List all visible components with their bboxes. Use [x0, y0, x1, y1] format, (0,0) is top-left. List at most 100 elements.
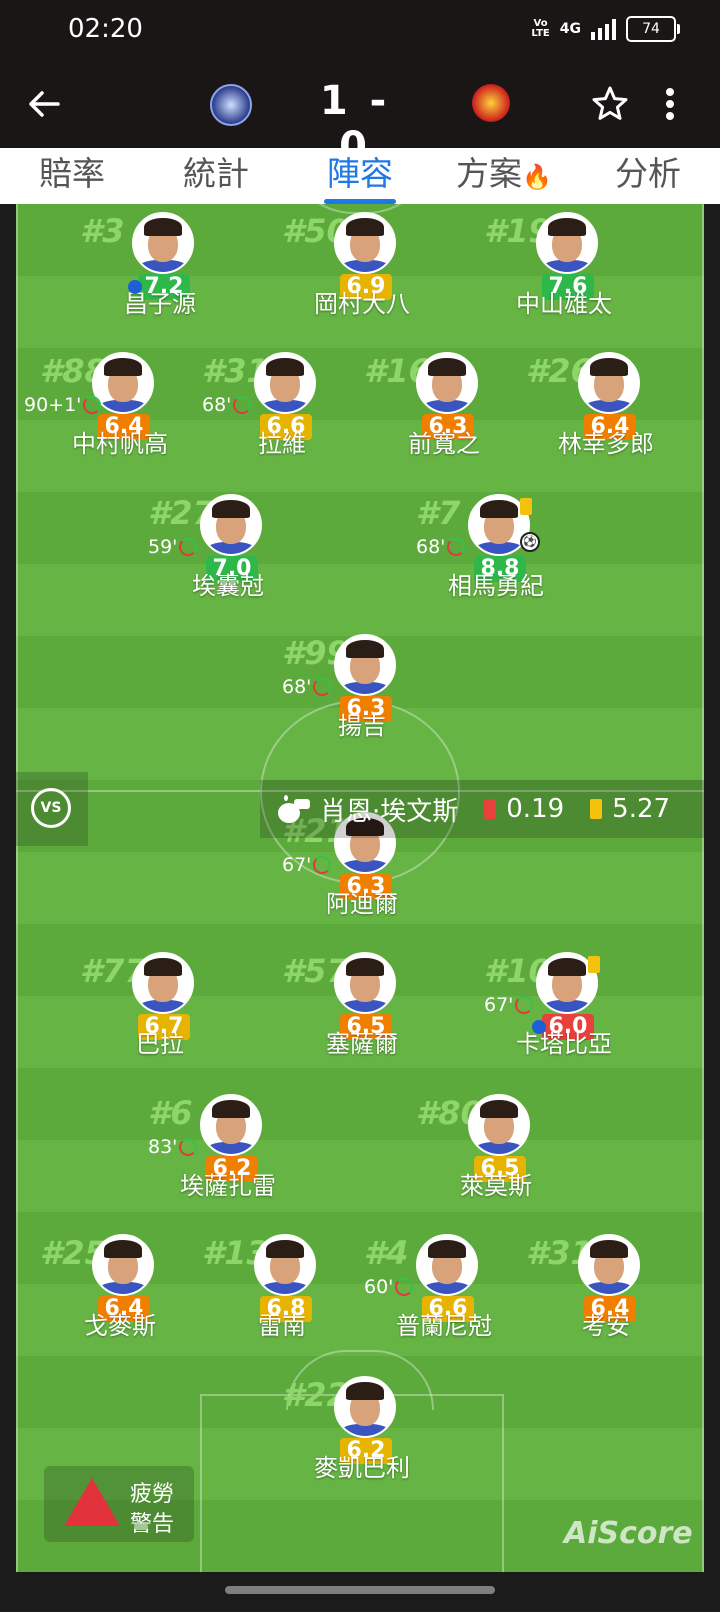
player-number: #6 — [148, 1094, 193, 1132]
player-avatar — [132, 212, 194, 274]
player-name: 岡村大八 — [314, 290, 410, 318]
sub-minute: 59' — [148, 536, 178, 558]
tab-lineup[interactable]: 陣容 — [288, 148, 432, 204]
substitution-icon — [313, 856, 332, 874]
sub-minute: 60' — [364, 1276, 394, 1298]
player-avatar — [334, 212, 396, 274]
player-name: 萊莫斯 — [460, 1172, 532, 1200]
whistle-icon — [274, 795, 310, 823]
tab-plans[interactable]: 方案🔥 — [432, 148, 576, 204]
tab-analysis[interactable]: 分析 — [576, 148, 720, 204]
status-time: 02:20 — [68, 14, 143, 44]
yellow-card-icon — [590, 799, 603, 819]
player-avatar — [416, 352, 478, 414]
favorite-star-icon[interactable] — [590, 84, 630, 124]
volte-icon: Vo LTE — [531, 18, 550, 39]
brand-watermark: AiScore — [564, 1516, 693, 1551]
away-team-crest[interactable] — [472, 84, 510, 122]
player-name: 埃薩扎雷 — [180, 1172, 276, 1200]
substitution-icon — [179, 1138, 198, 1156]
substitution-time: 83' — [148, 1136, 198, 1158]
tab-bar: 賠率 統計 陣容 方案🔥 分析 — [0, 148, 720, 204]
vs-toggle[interactable]: VS — [16, 772, 88, 846]
sub-minute: 68' — [282, 676, 312, 698]
status-icons: Vo LTE 4G 74 — [531, 16, 680, 42]
substitution-time: 67' — [484, 994, 534, 1016]
referee-name: 肖恩·埃文斯 — [320, 796, 459, 827]
sub-minute: 83' — [148, 1136, 178, 1158]
home-team-crest[interactable] — [210, 84, 252, 126]
player-avatar — [578, 1234, 640, 1296]
network-label: 4G — [559, 21, 581, 37]
tab-plans-label: 方案 — [456, 154, 523, 193]
fatigue-label-1: 疲勞 — [130, 1482, 175, 1507]
player-avatar — [200, 1094, 262, 1156]
player-name: 巴拉 — [136, 1030, 184, 1058]
sub-minute: 90+1' — [24, 394, 82, 416]
player-number: #4 — [364, 1234, 409, 1272]
player-name: 麥凱巴利 — [314, 1454, 410, 1482]
player-avatar — [334, 634, 396, 696]
substitution-time: 59' — [148, 536, 198, 558]
substitution-icon — [515, 996, 534, 1014]
player-name: 卡塔比亞 — [516, 1030, 612, 1058]
referee-red-avg: 0.19 — [506, 794, 565, 824]
battery-icon: 74 — [626, 16, 680, 42]
flame-icon: 🔥 — [522, 163, 552, 191]
substitution-time: 60' — [364, 1276, 414, 1298]
referee-yellow-avg: 5.27 — [612, 794, 671, 824]
player-name: 阿迪爾 — [326, 890, 398, 918]
substitution-time: 68' — [282, 676, 332, 698]
player-avatar — [578, 352, 640, 414]
sub-minute: 68' — [416, 536, 446, 558]
player-avatar — [254, 352, 316, 414]
player-name: 中山雄太 — [516, 290, 612, 318]
player-number: #3 — [80, 212, 125, 250]
player-name: 雷南 — [258, 1312, 306, 1340]
sub-minute: 67' — [282, 854, 312, 876]
player-name: 考安 — [582, 1312, 630, 1340]
tab-odds[interactable]: 賠率 — [0, 148, 144, 204]
player-name: 昌子源 — [124, 290, 196, 318]
captain-icon — [128, 280, 142, 294]
substitution-icon — [313, 678, 332, 696]
substitution-time: 90+1' — [24, 394, 102, 416]
player-avatar — [92, 1234, 154, 1296]
back-arrow-icon[interactable] — [24, 84, 64, 124]
player-number: #7 — [416, 494, 461, 532]
player-name: 林幸多郎 — [558, 430, 654, 458]
substitution-icon — [179, 538, 198, 556]
player-avatar — [200, 494, 262, 556]
fatigue-warning-button[interactable]: 疲勞 警告 — [44, 1466, 194, 1542]
player-name: 普蘭尼尅 — [396, 1312, 492, 1340]
player-name: 塞薩爾 — [326, 1030, 398, 1058]
player-avatar — [254, 1234, 316, 1296]
captain-icon — [532, 1020, 546, 1034]
referee-bar: 肖恩·埃文斯 0.19 5.27 — [260, 780, 704, 838]
player-avatar — [468, 1094, 530, 1156]
tab-stats[interactable]: 統計 — [144, 148, 288, 204]
player-name: 埃囊尅 — [192, 572, 264, 600]
player-name: 拉維 — [258, 430, 306, 458]
player-name: 中村帆高 — [72, 430, 168, 458]
player-name: 戈麥斯 — [84, 1312, 156, 1340]
yellow-card-icon — [520, 498, 532, 515]
fatigue-label-2: 警告 — [130, 1512, 175, 1537]
player-name: 揚吉 — [338, 712, 386, 740]
home-indicator[interactable] — [225, 1586, 495, 1594]
signal-icon — [591, 18, 616, 40]
more-menu-icon[interactable] — [660, 84, 680, 124]
sub-minute: 68' — [202, 394, 232, 416]
substitution-time: 67' — [282, 854, 332, 876]
yellow-card-icon — [588, 956, 600, 973]
substitution-time: 68' — [202, 394, 252, 416]
player-avatar — [416, 1234, 478, 1296]
substitution-icon — [233, 396, 252, 414]
player-name: 前寬之 — [408, 430, 480, 458]
substitution-icon — [83, 396, 102, 414]
substitution-icon — [447, 538, 466, 556]
match-header: 02:20 Vo LTE 4G 74 1 - 0 — [0, 0, 720, 170]
substitution-time: 68' — [416, 536, 466, 558]
player-avatar — [132, 952, 194, 1014]
player-avatar — [334, 952, 396, 1014]
